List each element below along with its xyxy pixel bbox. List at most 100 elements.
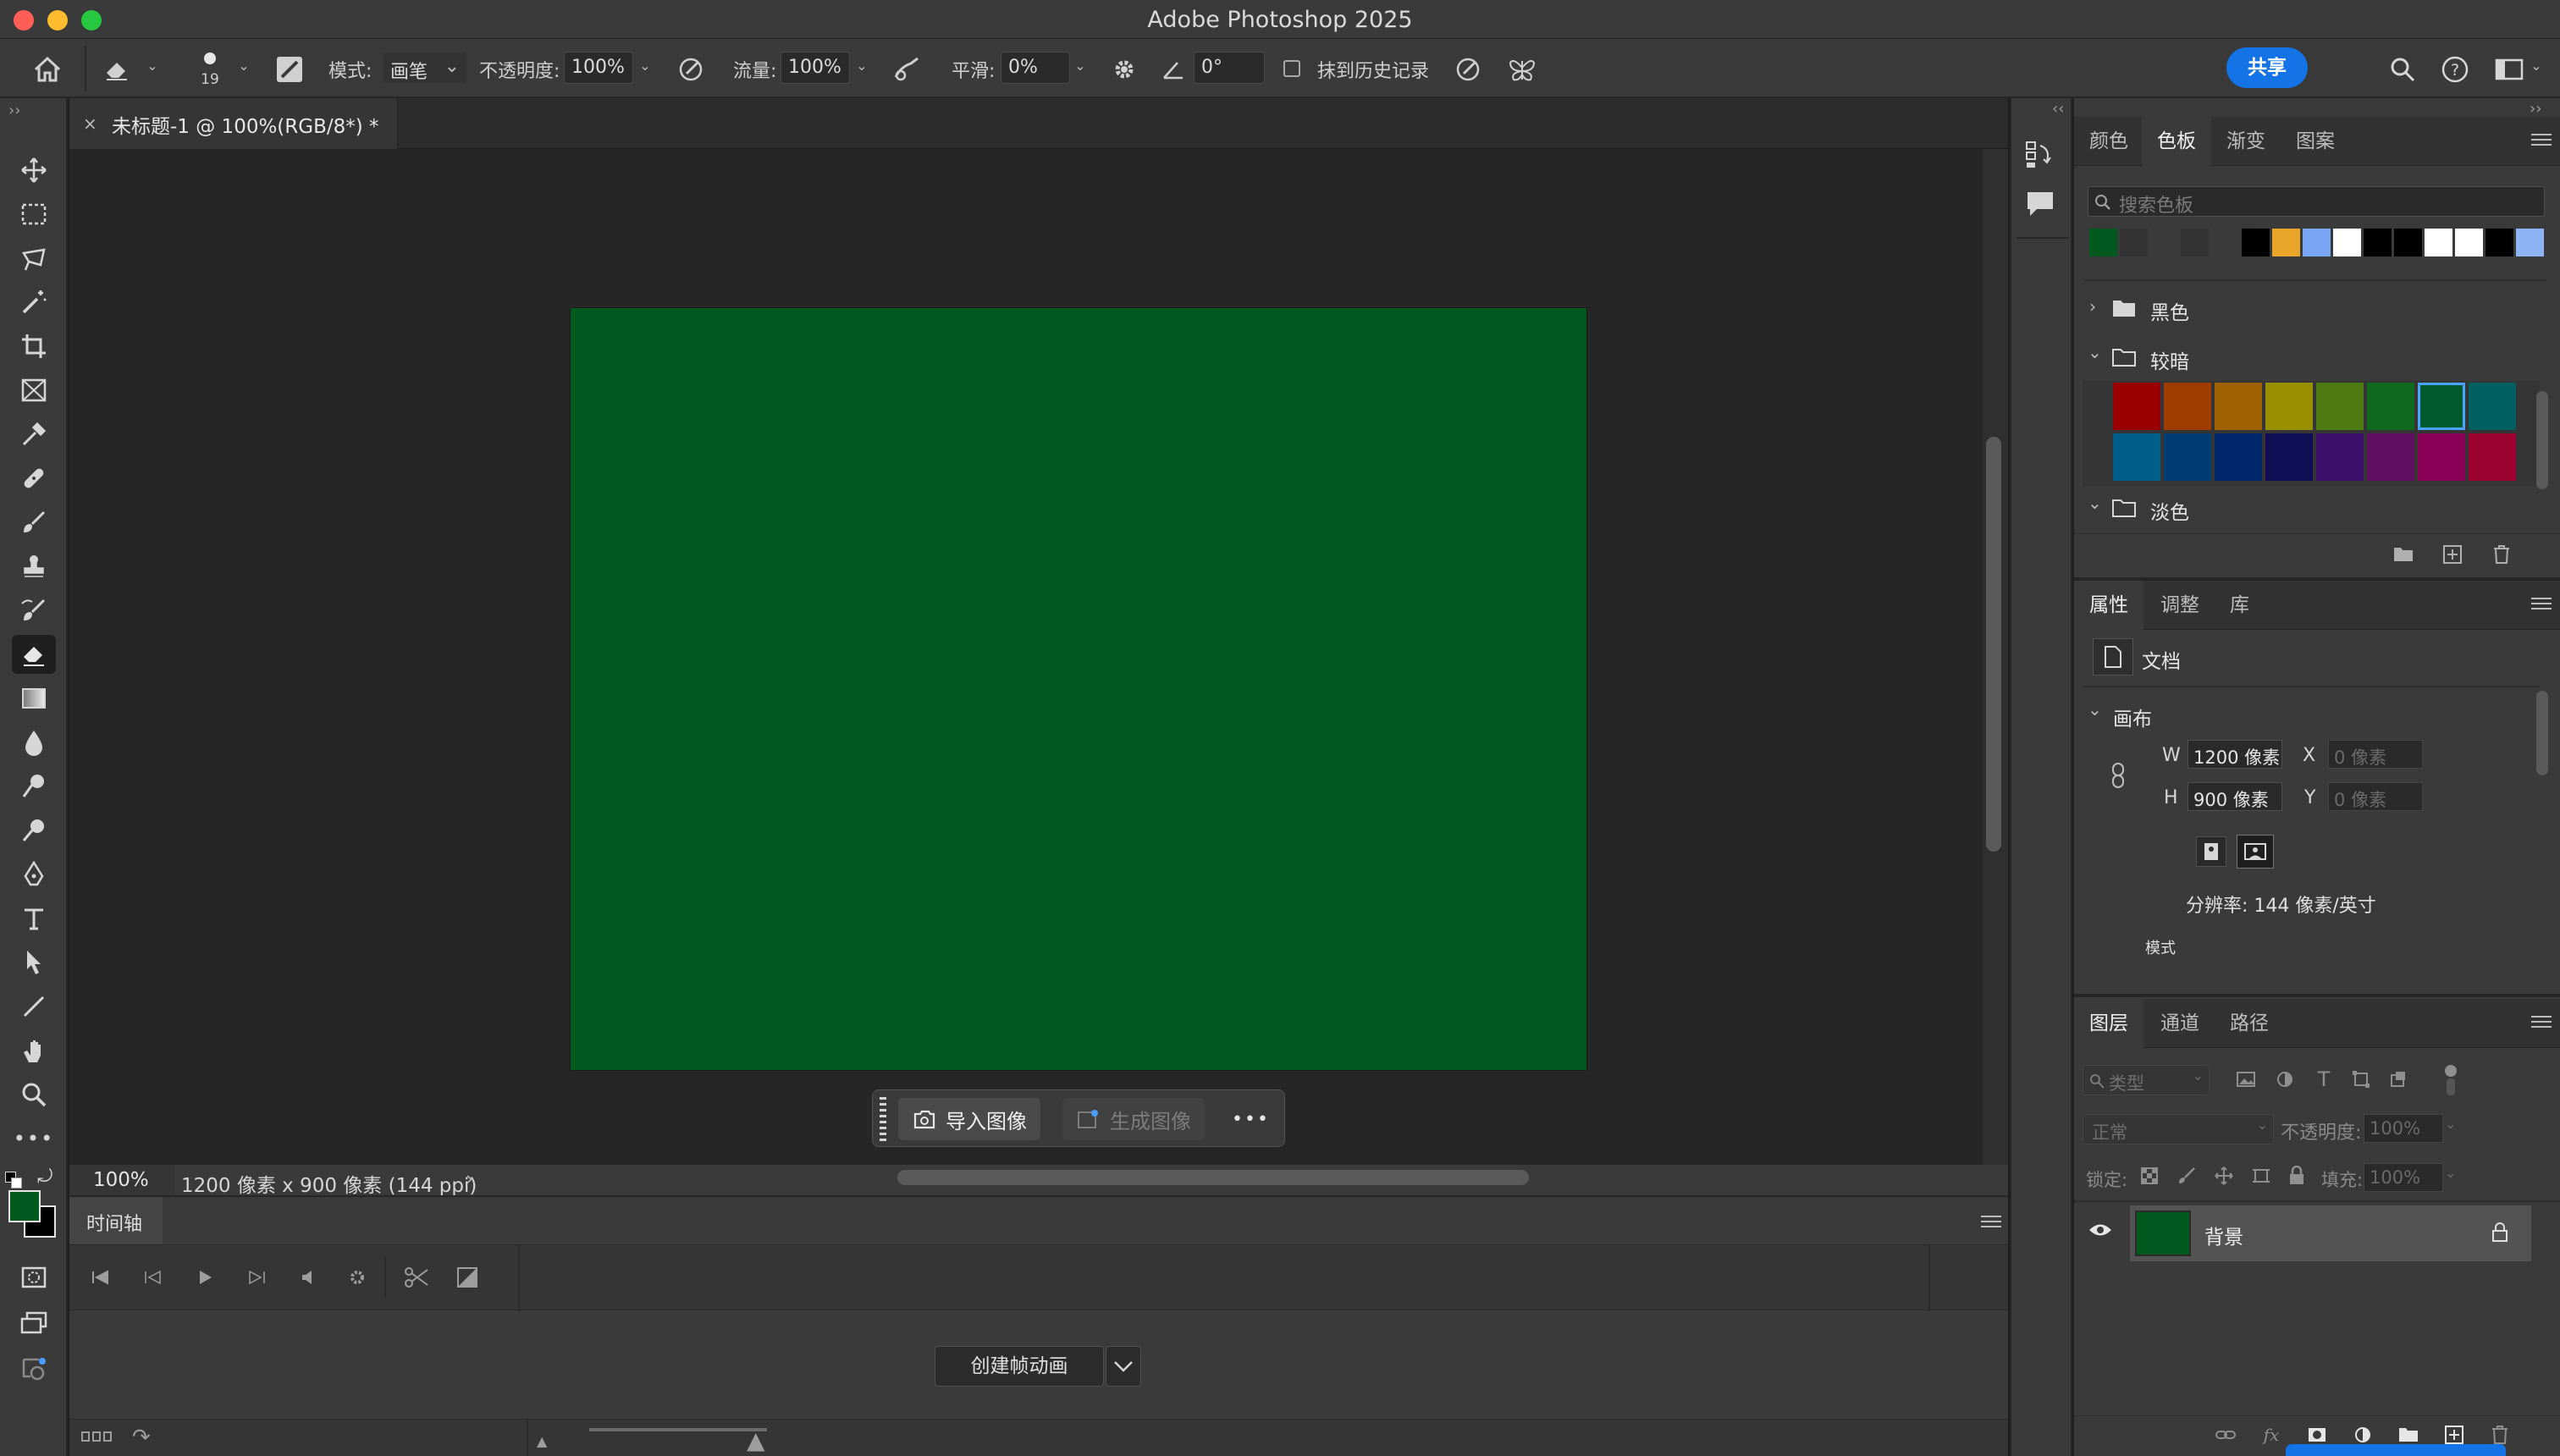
tab-patterns[interactable]: 图案 xyxy=(2281,117,2350,166)
tab-channels[interactable]: 通道 xyxy=(2145,999,2215,1048)
recent-swatch[interactable] xyxy=(2394,229,2422,256)
new-swatch-icon[interactable] xyxy=(2440,542,2465,567)
smoothing-input[interactable]: 0% xyxy=(1001,52,1070,84)
new-group-folder-icon[interactable] xyxy=(2391,542,2416,567)
magic-wand-tool-icon[interactable] xyxy=(12,283,56,322)
darker-swatch[interactable] xyxy=(2265,383,2313,430)
layer-filter-select[interactable]: 类型 ⌄ xyxy=(2083,1065,2210,1095)
recent-swatch[interactable] xyxy=(2333,229,2361,256)
tab-paths[interactable]: 路径 xyxy=(2215,999,2284,1048)
darker-swatch[interactable] xyxy=(2113,383,2160,430)
symmetry-butterfly-icon[interactable] xyxy=(1505,52,1539,86)
airbrush-icon[interactable] xyxy=(891,52,924,86)
recent-swatch[interactable] xyxy=(2425,229,2452,256)
swatches-menu-icon[interactable] xyxy=(2531,134,2552,149)
darker-swatch[interactable] xyxy=(2113,433,2160,481)
timeline-tab[interactable]: 时间轴 xyxy=(69,1197,163,1244)
sponge-tool-icon[interactable] xyxy=(12,811,56,850)
link-dimensions-icon[interactable] xyxy=(2108,760,2128,791)
layer-lock-icon[interactable] xyxy=(2491,1222,2509,1246)
zoom-level[interactable]: 100% xyxy=(93,1169,149,1191)
recent-swatch[interactable] xyxy=(2516,229,2544,256)
quick-mask-icon[interactable] xyxy=(12,1258,56,1297)
filter-shape-icon[interactable] xyxy=(2348,1067,2374,1092)
split-scissors-icon[interactable] xyxy=(401,1262,432,1293)
tab-properties[interactable]: 属性 xyxy=(2074,581,2143,630)
darker-swatch[interactable] xyxy=(2316,433,2364,481)
brush-settings-panel-icon[interactable] xyxy=(273,52,306,86)
vertical-scrollbar-thumb[interactable] xyxy=(1986,437,2001,852)
lock-image-pixels-brush-icon[interactable] xyxy=(2174,1163,2199,1189)
swap-colors-icon[interactable]: ⤾ xyxy=(37,1166,52,1188)
x-input[interactable]: 0 像素 xyxy=(2328,740,2423,769)
comments-panel-icon[interactable] xyxy=(2025,190,2059,223)
zoom-tool-icon[interactable] xyxy=(12,1075,56,1114)
darker-swatch[interactable] xyxy=(2265,433,2313,481)
help-icon[interactable]: ? xyxy=(2438,52,2472,86)
first-frame-icon[interactable] xyxy=(85,1262,115,1293)
search-icon[interactable] xyxy=(2386,52,2419,86)
angle-input[interactable]: 0° xyxy=(1194,52,1265,84)
link-layers-icon[interactable] xyxy=(2213,1422,2238,1448)
workspace-layout-icon[interactable] xyxy=(2492,52,2526,86)
pen-tool-icon[interactable] xyxy=(12,855,56,894)
expand-right-panel-icon[interactable]: ›› xyxy=(2530,100,2541,118)
filter-adjustment-icon[interactable] xyxy=(2272,1067,2298,1092)
tab-gradients[interactable]: 渐变 xyxy=(2211,117,2281,166)
swatches-scrollbar-thumb[interactable] xyxy=(2536,391,2548,489)
next-frame-icon[interactable] xyxy=(242,1262,273,1293)
timeline-zoom-slider[interactable] xyxy=(589,1428,767,1431)
type-tool-icon[interactable] xyxy=(12,899,56,938)
erase-history-checkbox[interactable] xyxy=(1283,60,1300,77)
transition-icon[interactable] xyxy=(452,1262,483,1293)
layer-effects-fx-icon[interactable]: fx xyxy=(2259,1422,2284,1448)
frame-tool-icon[interactable] xyxy=(12,371,56,410)
chevron-right-icon[interactable]: › xyxy=(466,1168,473,1190)
filter-pixel-icon[interactable] xyxy=(2233,1067,2259,1092)
gradient-tool-icon[interactable] xyxy=(12,679,56,718)
recent-swatch[interactable] xyxy=(2211,229,2239,256)
swatch-group-black[interactable]: › 黑色 xyxy=(2083,290,2523,327)
recent-swatch[interactable] xyxy=(2303,229,2331,256)
fill-input[interactable]: 100% xyxy=(2364,1163,2443,1192)
smoothing-chevron-down-icon[interactable]: ⌄ xyxy=(1072,58,1089,74)
tab-adjustments[interactable]: 调整 xyxy=(2145,581,2215,630)
zoom-out-mountain-icon[interactable]: ▲ xyxy=(537,1433,547,1449)
darker-swatch[interactable] xyxy=(2469,383,2516,430)
audio-icon[interactable] xyxy=(293,1262,323,1293)
path-selection-tool-icon[interactable] xyxy=(12,943,56,982)
eraser-tool-preset-icon[interactable] xyxy=(100,52,134,86)
darker-swatch[interactable] xyxy=(2469,433,2516,481)
tab-swatches[interactable]: 色板 xyxy=(2142,117,2211,166)
brush-size-picker[interactable]: 19 xyxy=(196,49,223,91)
darker-swatch[interactable] xyxy=(2418,383,2465,430)
move-tool-icon[interactable] xyxy=(12,151,56,190)
flow-chevron-down-icon[interactable]: ⌄ xyxy=(853,58,870,74)
recent-swatch[interactable] xyxy=(2272,229,2300,256)
eraser-tool-icon[interactable] xyxy=(12,635,56,674)
blend-mode-select[interactable]: 正常 ⌄ xyxy=(2083,1114,2274,1144)
filter-smart-object-icon[interactable] xyxy=(2386,1067,2411,1092)
frames-view-icon[interactable] xyxy=(81,1431,112,1443)
expand-panel-icon[interactable]: ›› xyxy=(8,102,20,119)
document-canvas[interactable] xyxy=(571,308,1586,1070)
eyedropper-tool-icon[interactable] xyxy=(12,415,56,454)
landscape-orientation-button[interactable] xyxy=(2237,835,2274,869)
foreground-color-swatch[interactable] xyxy=(8,1190,41,1222)
blur-tool-icon[interactable] xyxy=(12,723,56,762)
darker-swatch[interactable] xyxy=(2418,433,2465,481)
darker-swatch[interactable] xyxy=(2164,433,2211,481)
recent-swatch[interactable] xyxy=(2486,229,2513,256)
darker-swatch[interactable] xyxy=(2367,433,2414,481)
tab-libraries[interactable]: 库 xyxy=(2215,581,2265,630)
previous-frame-icon[interactable] xyxy=(137,1262,168,1293)
layer-row-background[interactable]: 背景 xyxy=(2130,1205,2531,1261)
portrait-orientation-button[interactable] xyxy=(2196,836,2226,867)
tab-layers[interactable]: 图层 xyxy=(2074,999,2143,1048)
lock-artboard-icon[interactable] xyxy=(2248,1163,2274,1189)
more-tools-icon[interactable]: ••• xyxy=(12,1119,56,1158)
crop-tool-icon[interactable] xyxy=(12,327,56,366)
recent-swatch[interactable] xyxy=(2120,229,2148,256)
swatch-search-input[interactable]: 搜索色板 xyxy=(2088,186,2545,217)
document-tab[interactable]: × 未标题-1 @ 100%(RGB/8*) * xyxy=(69,98,398,149)
